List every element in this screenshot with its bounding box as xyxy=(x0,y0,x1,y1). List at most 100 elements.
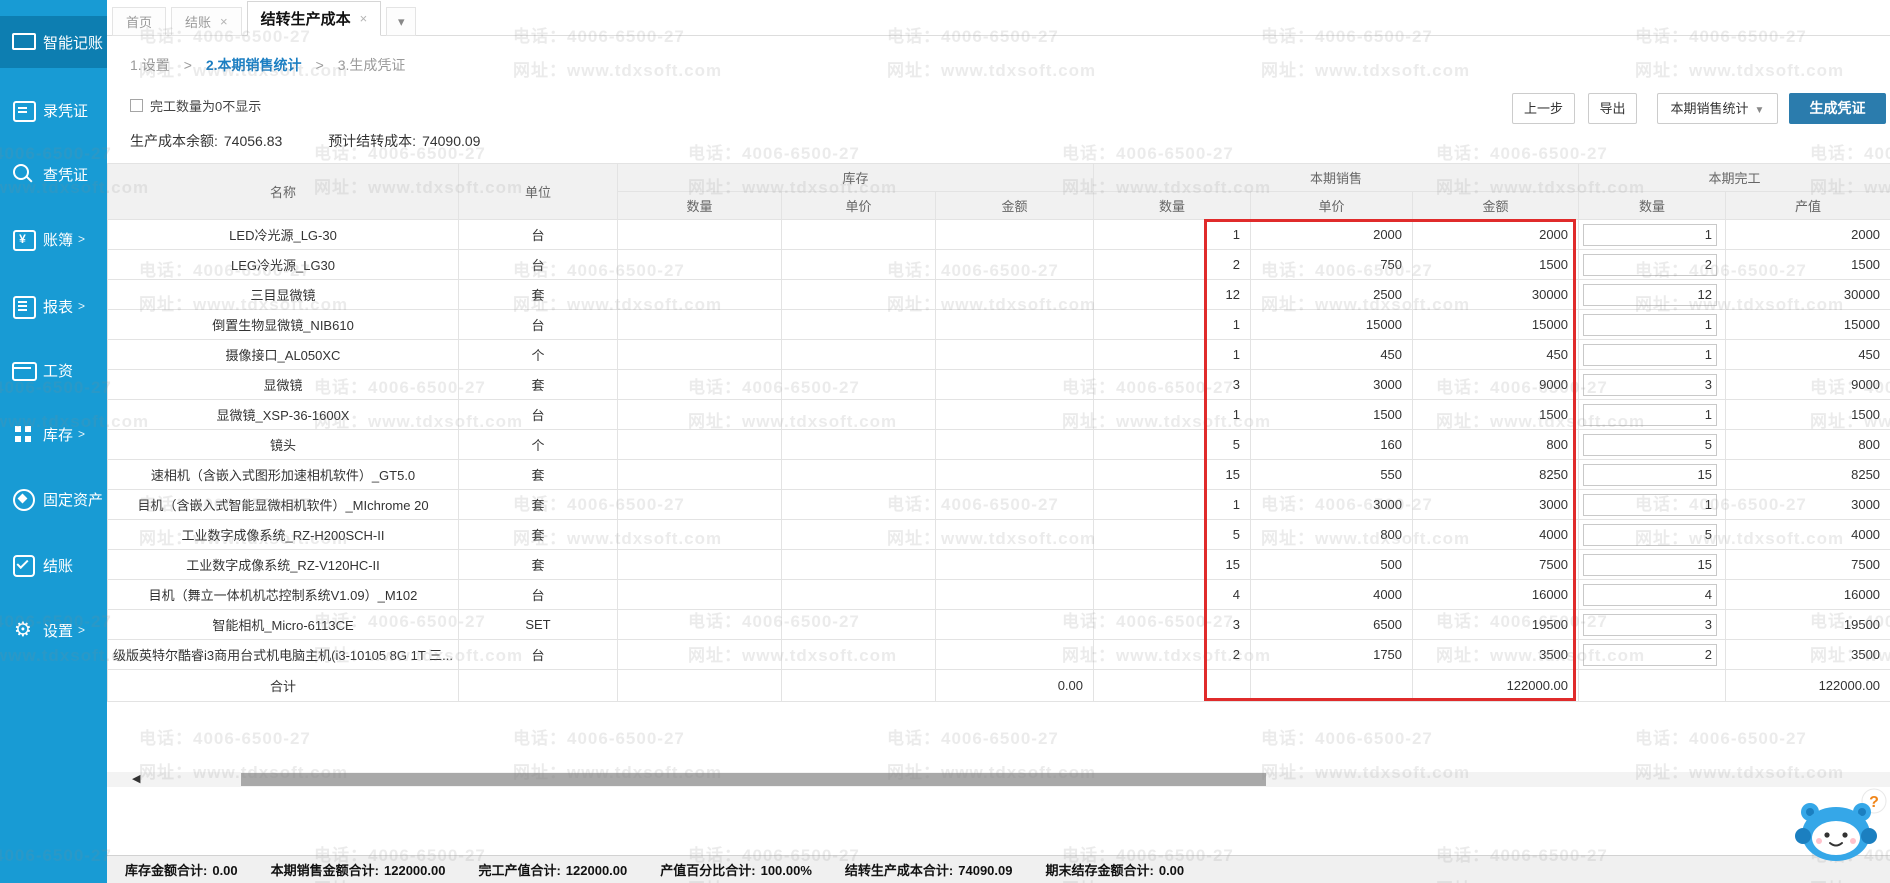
cell-inv-price xyxy=(782,430,936,460)
cell-done-qty xyxy=(1579,400,1726,430)
total-sale-amount: 122000.00 xyxy=(1413,670,1579,702)
sidebar-item-label: 报表 xyxy=(43,296,73,317)
scroll-left-icon[interactable]: ◀ xyxy=(132,772,140,787)
done-qty-input[interactable] xyxy=(1583,644,1717,666)
help-question-mark: ? xyxy=(1869,794,1879,811)
close-icon[interactable]: × xyxy=(220,14,228,29)
sidebar-item-smart-accounting[interactable]: 智能记账 xyxy=(0,16,107,68)
total-label: 合计 xyxy=(108,670,459,702)
done-qty-input[interactable] xyxy=(1583,584,1717,606)
report-type-label: 本期销售统计 xyxy=(1671,101,1749,116)
sidebar-item-reports[interactable]: 报表> xyxy=(0,280,107,332)
table-row: 速相机（含嵌入式图形加速相机软件）_GT5.0套1555082508250 xyxy=(108,460,1890,490)
cell-inv-amount xyxy=(936,250,1094,280)
sidebar-item-closing[interactable]: 结账 xyxy=(0,539,107,591)
table-row: 摄像接口_AL050XC个1450450450 xyxy=(108,340,1890,370)
group-header: 本期销售 xyxy=(1094,164,1579,192)
cell-sale-price: 1500 xyxy=(1251,400,1413,430)
cell-inv-price xyxy=(782,550,936,580)
sidebar-item-voucher-search[interactable]: 查凭证 xyxy=(0,148,107,200)
cell-name: 目机（舞立一体机机芯控制系统V1.09）_M102 xyxy=(108,580,459,610)
done-qty-input[interactable] xyxy=(1583,524,1717,546)
cell-inv-qty xyxy=(618,520,782,550)
breadcrumb: 1.设置>2.本期销售统计>3.生成凭证 xyxy=(130,55,405,75)
tab-closing[interactable]: 结账× xyxy=(171,7,242,36)
done-qty-input[interactable] xyxy=(1583,284,1717,306)
sidebar-item-settings[interactable]: 设置> xyxy=(0,604,107,656)
step-2[interactable]: 2.本期销售统计 xyxy=(206,57,302,73)
status-label: 结转生产成本合计: xyxy=(845,863,953,878)
done-qty-input[interactable] xyxy=(1583,374,1717,396)
cell-output: 1500 xyxy=(1726,250,1890,280)
cell-unit: 个 xyxy=(459,340,618,370)
cell-sale-price: 3000 xyxy=(1251,370,1413,400)
done-qty-input[interactable] xyxy=(1583,554,1717,576)
cell-sale-qty: 15 xyxy=(1094,550,1251,580)
done-qty-input[interactable] xyxy=(1583,614,1717,636)
cell-sale-qty: 1 xyxy=(1094,340,1251,370)
sidebar-item-inventory[interactable]: 库存> xyxy=(0,408,107,460)
done-qty-input[interactable] xyxy=(1583,254,1717,276)
tab-carryover-production-cost[interactable]: 结转生产成本× xyxy=(247,1,382,36)
done-qty-input[interactable] xyxy=(1583,404,1717,426)
cell-inv-qty xyxy=(618,550,782,580)
cell-output: 4000 xyxy=(1726,520,1890,550)
done-qty-input[interactable] xyxy=(1583,344,1717,366)
status-item: 期末结存金额合计:0.00 xyxy=(1046,860,1185,879)
done-qty-input[interactable] xyxy=(1583,434,1717,456)
table-row: LEG冷光源_LG30台275015001500 xyxy=(108,250,1890,280)
cell-inv-price xyxy=(782,520,936,550)
cell-done-qty xyxy=(1579,490,1726,520)
total-inv-amount: 0.00 xyxy=(936,670,1094,702)
cell-inv-price xyxy=(782,370,936,400)
tab-home[interactable]: 首页 xyxy=(112,7,166,36)
hide-zero-row: 完工数量为0不显示 xyxy=(130,96,261,115)
done-qty-input[interactable] xyxy=(1583,224,1717,246)
sidebar-item-voucher-entry[interactable]: 录凭证 xyxy=(0,84,107,136)
hide-zero-checkbox[interactable] xyxy=(130,99,143,112)
cell-inv-price xyxy=(782,400,936,430)
sidebar-item-label: 查凭证 xyxy=(43,164,88,185)
cell-name: 显微镜_XSP-36-1600X xyxy=(108,400,459,430)
report-type-dropdown[interactable]: 本期销售统计▼ xyxy=(1657,93,1778,124)
cell-sale-price: 15000 xyxy=(1251,310,1413,340)
table-body: LED冷光源_LG-30台1200020002000LEG冷光源_LG30台27… xyxy=(108,220,1890,670)
cell-unit: 套 xyxy=(459,550,618,580)
table-foot: 合计0.00122000.00122000.00 xyxy=(108,670,1890,702)
cell-sale-qty: 15 xyxy=(1094,460,1251,490)
assistant-mascot[interactable]: ? xyxy=(1792,786,1888,869)
cell-sale-qty: 4 xyxy=(1094,580,1251,610)
cell-sale-price: 750 xyxy=(1251,250,1413,280)
cell-inv-qty xyxy=(618,250,782,280)
cell-inv-qty xyxy=(618,640,782,670)
sidebar-item-ledger[interactable]: 账簿> xyxy=(0,213,107,265)
estimate-value: 74090.09 xyxy=(422,133,480,149)
done-qty-input[interactable] xyxy=(1583,494,1717,516)
sidebar-item-fixed-assets[interactable]: 固定资产 xyxy=(0,473,107,525)
done-qty-input[interactable] xyxy=(1583,464,1717,486)
cell-sale-amount: 2000 xyxy=(1413,220,1579,250)
step-3[interactable]: 3.生成凭证 xyxy=(338,57,406,73)
prev-step-button[interactable]: 上一步 xyxy=(1512,93,1575,124)
step-1[interactable]: 1.设置 xyxy=(130,57,170,73)
cell-inv-price xyxy=(782,340,936,370)
cell-sale-price: 500 xyxy=(1251,550,1413,580)
cell-inv-amount xyxy=(936,430,1094,460)
tab-list-dropdown[interactable]: ▾ xyxy=(386,7,416,36)
generate-voucher-button[interactable]: 生成凭证 xyxy=(1789,93,1886,124)
cell-unit: 套 xyxy=(459,490,618,520)
status-bar: 库存金额合计:0.00本期销售金额合计:122000.00完工产值合计:1220… xyxy=(107,855,1890,883)
done-qty-input[interactable] xyxy=(1583,314,1717,336)
close-icon[interactable]: × xyxy=(360,11,368,26)
sub-header: 单价 xyxy=(1251,192,1413,220)
cell-inv-amount xyxy=(936,220,1094,250)
cell-inv-price xyxy=(782,580,936,610)
export-button[interactable]: 导出 xyxy=(1588,93,1637,124)
scrollbar-thumb[interactable] xyxy=(241,773,1266,786)
col-name-header: 名称 xyxy=(108,164,459,220)
cell-inv-qty xyxy=(618,310,782,340)
cell-sale-amount: 7500 xyxy=(1413,550,1579,580)
cell-unit: 台 xyxy=(459,220,618,250)
cell-inv-amount xyxy=(936,520,1094,550)
sidebar-item-salary[interactable]: 工资 xyxy=(0,344,107,396)
